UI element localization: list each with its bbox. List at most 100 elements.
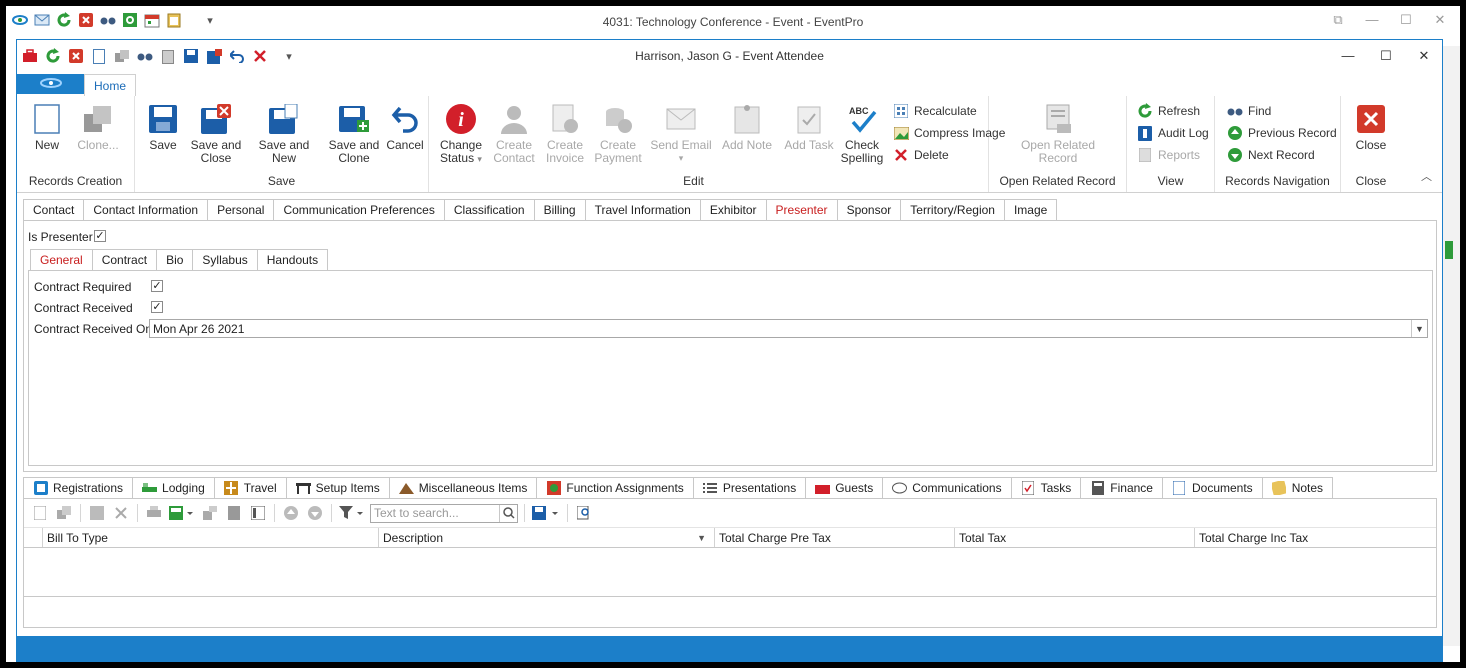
tab-lodging[interactable]: Lodging (132, 477, 214, 499)
clone-icon (82, 102, 114, 136)
refresh-button[interactable]: Refresh (1137, 102, 1200, 120)
maximize-icon[interactable]: ☐ (1378, 48, 1394, 64)
cancel-button[interactable]: Cancel (385, 102, 425, 152)
column-chooser-icon[interactable] (168, 503, 196, 523)
recalculate-button[interactable]: Recalculate (893, 102, 977, 120)
tab-handouts[interactable]: Handouts (256, 249, 329, 271)
close-icon[interactable]: ✕ (1432, 12, 1448, 28)
clone-row-icon[interactable] (54, 503, 74, 523)
tab-billing[interactable]: Billing (533, 199, 585, 221)
layout-icon[interactable] (248, 503, 268, 523)
send-email-button[interactable]: Send Email ▾ (649, 102, 713, 165)
filter-icon[interactable] (338, 503, 366, 523)
column-header-bill-to-type[interactable]: Bill To Type (42, 528, 378, 547)
add-note-button[interactable]: Add Note (719, 102, 775, 152)
move-down-icon[interactable] (305, 503, 325, 523)
save-layout-icon[interactable] (531, 503, 561, 523)
add-task-button[interactable]: Add Task (783, 102, 835, 152)
tab-communication-preferences[interactable]: Communication Preferences (273, 199, 444, 221)
contract-panel: Contract Required ✓ Contract Received ✓ … (28, 270, 1433, 466)
delete-row-icon[interactable] (111, 503, 131, 523)
find-in-grid-icon[interactable] (574, 503, 594, 523)
check-spelling-button[interactable]: ABC Check Spelling (839, 102, 885, 165)
group-label: View (1157, 174, 1184, 188)
save-button[interactable]: Save (143, 102, 183, 152)
tab-travel-information[interactable]: Travel Information (584, 199, 700, 221)
tab-documents[interactable]: Documents (1161, 477, 1262, 499)
tab-territory-region[interactable]: Territory/Region (900, 199, 1004, 221)
column-header-total-charge-pre-tax[interactable]: Total Charge Pre Tax (714, 528, 954, 547)
contract-required-checkbox[interactable]: ✓ (151, 280, 163, 292)
tab-guests[interactable]: Guests (805, 477, 883, 499)
close-button[interactable]: Close (1351, 102, 1391, 152)
tab-communications[interactable]: Communications (882, 477, 1011, 499)
minimize-icon[interactable]: — (1364, 12, 1380, 28)
contract-received-checkbox[interactable]: ✓ (151, 301, 163, 313)
create-contact-button[interactable]: Create Contact (491, 102, 537, 165)
save-and-new-button[interactable]: Save and New (247, 102, 321, 165)
tab-tasks[interactable]: Tasks (1010, 477, 1081, 499)
create-invoice-button[interactable]: Create Invoice (543, 102, 587, 165)
change-status-button[interactable]: i Change Status ▾ (439, 102, 483, 166)
delete-button[interactable]: Delete (893, 146, 949, 164)
find-button[interactable]: Find (1227, 102, 1271, 120)
record-tabs: Contact Contact Information Personal Com… (23, 199, 1058, 221)
next-record-button[interactable]: Next Record (1227, 146, 1315, 164)
grid-icon[interactable] (87, 503, 107, 523)
tab-bio[interactable]: Bio (156, 249, 193, 271)
tab-image[interactable]: Image (1003, 199, 1058, 221)
tab-contact-information[interactable]: Contact Information (83, 199, 208, 221)
registrations-icon (33, 481, 48, 496)
previous-record-button[interactable]: Previous Record (1227, 124, 1337, 142)
column-header-total-charge-inc-tax[interactable]: Total Charge Inc Tax (1194, 528, 1436, 547)
contract-received-on-date-picker[interactable]: Mon Apr 26 2021 ▼ (149, 319, 1428, 338)
tab-sponsor[interactable]: Sponsor (836, 199, 901, 221)
tab-contact[interactable]: Contact (23, 199, 84, 221)
tab-travel[interactable]: Travel (213, 477, 286, 499)
is-presenter-checkbox[interactable]: ✓ (94, 230, 106, 242)
chevron-down-icon[interactable]: ▼ (1411, 320, 1427, 337)
tab-miscellaneous-items[interactable]: Miscellaneous Items (388, 477, 537, 499)
tab-exhibitor[interactable]: Exhibitor (699, 199, 766, 221)
tab-finance[interactable]: Finance (1080, 477, 1162, 499)
close-icon[interactable]: ✕ (1416, 48, 1432, 64)
application-menu-button[interactable] (17, 74, 84, 94)
new-row-icon[interactable] (30, 503, 50, 523)
restore-icon[interactable]: ⧉ (1330, 12, 1346, 28)
save-and-clone-button[interactable]: Save and Clone (325, 102, 383, 165)
tab-setup-items[interactable]: Setup Items (285, 477, 389, 499)
collapse-ribbon-icon[interactable]: ︿ (1421, 168, 1432, 184)
tab-contract[interactable]: Contract (91, 249, 157, 271)
maximize-icon[interactable]: ☐ (1398, 12, 1414, 28)
grid-search-input[interactable]: Text to search... (370, 503, 518, 523)
column-header-description[interactable]: Description ▼ (378, 528, 714, 547)
tab-personal[interactable]: Personal (207, 199, 274, 221)
reports-button[interactable]: Reports (1137, 146, 1200, 164)
move-up-icon[interactable] (281, 503, 301, 523)
tab-syllabus[interactable]: Syllabus (192, 249, 257, 271)
tab-registrations[interactable]: Registrations (23, 477, 133, 499)
tab-general[interactable]: General (30, 249, 92, 271)
presenter-panel: Is Presenter ✓ General Contract Bio Syll… (23, 220, 1437, 472)
column-header-total-tax[interactable]: Total Tax (954, 528, 1194, 547)
new-button[interactable]: New (31, 102, 63, 152)
search-icon[interactable] (499, 504, 517, 522)
clone-button[interactable]: Clone... (73, 102, 123, 152)
tab-function-assignments[interactable]: Function Assignments (536, 477, 693, 499)
expand-icon[interactable] (200, 503, 220, 523)
tab-presenter[interactable]: Presenter (765, 199, 837, 221)
minimize-icon[interactable]: — (1340, 48, 1356, 64)
print-icon[interactable] (144, 503, 164, 523)
tab-classification[interactable]: Classification (443, 199, 534, 221)
audit-log-button[interactable]: Audit Log (1137, 124, 1209, 142)
open-related-record-button[interactable]: Open Related Record (1011, 102, 1105, 165)
coins-icon (602, 102, 634, 136)
save-and-close-button[interactable]: Save and Close (189, 102, 243, 165)
export-icon[interactable] (224, 503, 244, 523)
tab-home[interactable]: Home (84, 74, 136, 96)
invoice-icon (549, 102, 581, 136)
tab-presentations[interactable]: Presentations (692, 477, 806, 499)
group-label: Records Creation (28, 174, 123, 188)
tab-notes[interactable]: Notes (1261, 477, 1334, 499)
create-payment-button[interactable]: Create Payment (593, 102, 643, 165)
